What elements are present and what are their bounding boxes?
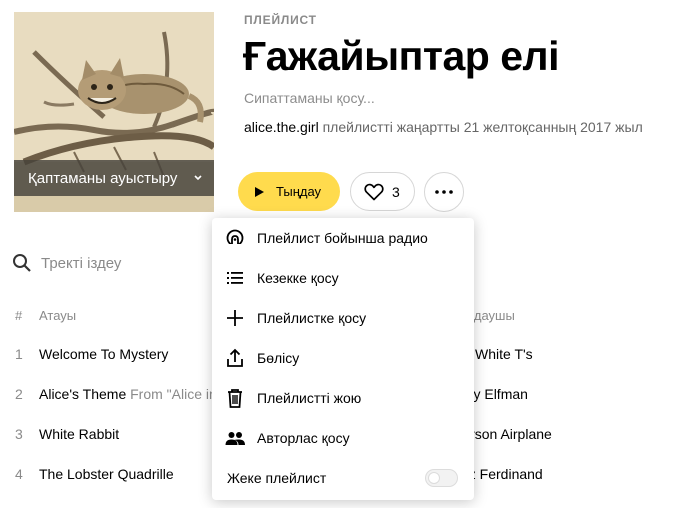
- play-button[interactable]: Тыңдау: [238, 172, 340, 211]
- menu-item-add-to-playlist[interactable]: Плейлистке қосу: [212, 298, 474, 338]
- menu-item-share[interactable]: Бөлісу: [212, 338, 474, 378]
- share-icon: [227, 348, 243, 367]
- play-icon: [255, 186, 264, 197]
- owner-link[interactable]: alice.the.girl: [244, 119, 319, 135]
- plus-icon: [227, 310, 243, 326]
- playlist-type-label: ПЛЕЙЛИСТ: [244, 13, 317, 27]
- menu-item-label: Плейлистті жою: [257, 390, 362, 406]
- menu-item-playlist-radio[interactable]: Плейлист бойынша радио: [212, 218, 474, 258]
- track-number: 2: [15, 386, 23, 402]
- chevron-down-icon: [194, 175, 202, 181]
- track-number: 4: [15, 466, 23, 482]
- column-header-number: #: [15, 308, 23, 323]
- more-options-button[interactable]: [424, 172, 464, 212]
- change-cover-button[interactable]: Қаптаманы ауыстыру: [14, 160, 214, 196]
- menu-item-label: Авторлас қосу: [257, 430, 350, 446]
- playlist-meta: alice.the.girl плейлистті жаңартты 21 же…: [244, 119, 643, 135]
- track-search: [12, 252, 202, 274]
- search-input[interactable]: [41, 254, 191, 272]
- radio-icon: [226, 229, 244, 248]
- queue-icon: [227, 272, 243, 284]
- coauthors-icon: [225, 432, 245, 445]
- like-button[interactable]: 3: [350, 172, 415, 211]
- menu-item-label: Жеке плейлист: [227, 470, 327, 486]
- play-label: Тыңдау: [276, 184, 322, 199]
- track-number: 1: [15, 346, 23, 362]
- private-toggle[interactable]: [425, 469, 458, 487]
- track-title[interactable]: Welcome To Mystery: [39, 346, 168, 362]
- more-dots-icon: [435, 190, 453, 194]
- track-number: 3: [15, 426, 23, 442]
- heart-icon: [364, 183, 384, 200]
- playlist-cover[interactable]: Қаптаманы ауыстыру: [14, 12, 214, 212]
- add-description-link[interactable]: Сипаттаманы қосу...: [244, 90, 375, 106]
- change-cover-label: Қаптаманы ауыстыру: [28, 169, 178, 187]
- search-icon: [13, 254, 31, 272]
- menu-item-add-to-queue[interactable]: Кезекке қосу: [212, 258, 474, 298]
- menu-item-private-playlist[interactable]: Жеке плейлист: [212, 458, 474, 498]
- column-header-title: Атауы: [39, 308, 77, 323]
- trash-icon: [228, 389, 242, 408]
- menu-item-add-coauthors[interactable]: Авторлас қосу: [212, 418, 474, 458]
- menu-item-delete-playlist[interactable]: Плейлистті жою: [212, 378, 474, 418]
- menu-item-label: Плейлистке қосу: [257, 310, 367, 326]
- menu-item-label: Плейлист бойынша радио: [257, 230, 428, 246]
- playlist-context-menu: Плейлист бойынша радио Кезекке қосу Плей…: [212, 218, 474, 500]
- playlist-title[interactable]: Ғажайыптар елі: [243, 33, 559, 80]
- track-title[interactable]: The Lobster Quadrille: [39, 466, 174, 482]
- menu-item-label: Бөлісу: [257, 350, 300, 366]
- updated-text: плейлистті жаңартты 21 желтоқсанның 2017…: [322, 119, 643, 135]
- toggle-knob: [428, 472, 440, 484]
- like-count: 3: [392, 183, 400, 200]
- track-title[interactable]: White Rabbit: [39, 426, 119, 442]
- menu-item-label: Кезекке қосу: [257, 270, 339, 286]
